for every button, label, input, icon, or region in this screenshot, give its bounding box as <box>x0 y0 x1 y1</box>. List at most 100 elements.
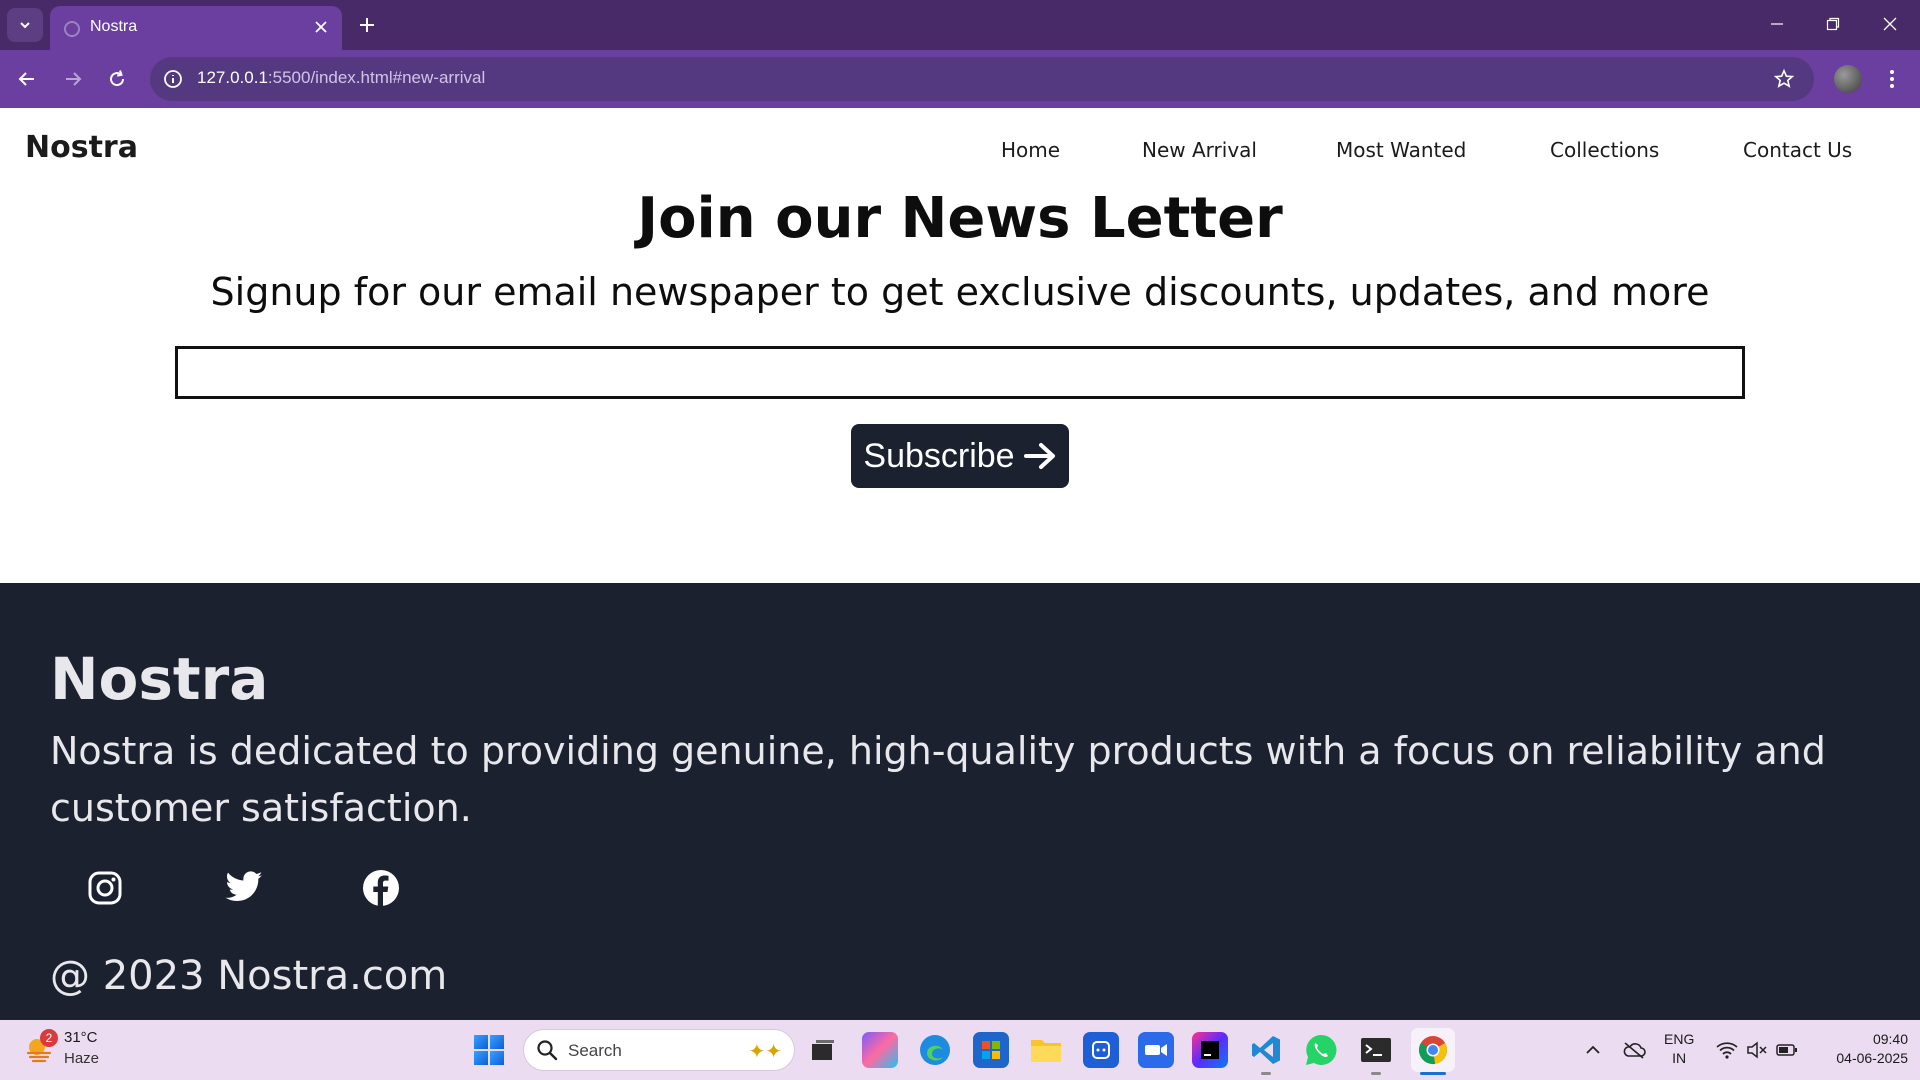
battery-status[interactable] <box>1775 1038 1799 1062</box>
restore-icon <box>1826 17 1840 31</box>
whatsapp-app[interactable] <box>1303 1032 1339 1068</box>
vscode-app[interactable] <box>1248 1032 1284 1068</box>
subscribe-button[interactable]: Subscribe <box>851 424 1069 488</box>
plus-icon <box>360 18 374 32</box>
clock-time: 09:40 <box>1872 1031 1908 1047</box>
search-icon <box>537 1040 558 1061</box>
reload-button[interactable] <box>100 62 134 96</box>
chevron-down-icon <box>20 22 30 29</box>
url-path: :5500/index.html#new-arrival <box>267 68 486 87</box>
footer-copyright: @ 2023 Nostra.com <box>50 953 448 999</box>
address-bar[interactable]: 127.0.0.1:5500/index.html#new-arrival <box>150 57 1814 101</box>
chrome-app[interactable] <box>1411 1028 1455 1072</box>
chrome-active-indicator <box>1420 1072 1446 1075</box>
edge-icon <box>920 1035 950 1065</box>
windows-logo-tile <box>490 1035 504 1049</box>
show-hidden-icons-button[interactable] <box>1581 1038 1605 1062</box>
chevron-up-icon <box>1586 1045 1600 1054</box>
video-camera-icon <box>1145 1044 1167 1056</box>
back-button[interactable] <box>10 62 44 96</box>
reload-icon <box>110 70 125 87</box>
file-explorer-app[interactable] <box>1028 1032 1064 1068</box>
store-icon <box>982 1041 1000 1059</box>
globe-icon <box>64 21 80 37</box>
newsletter-subtitle: Signup for our email newspaper to get ex… <box>210 270 1710 314</box>
site-logo[interactable]: Nostra <box>25 130 138 165</box>
copilot-app[interactable] <box>862 1032 898 1068</box>
vscode-running-indicator <box>1261 1072 1271 1075</box>
terminal-app[interactable] <box>1358 1032 1394 1068</box>
task-view-button[interactable] <box>805 1032 841 1068</box>
windows-taskbar: 2 31°C Haze Search ✦✦ ENG IN 09:40 04-06… <box>0 1020 1920 1080</box>
footer-logo: Nostra <box>50 645 269 713</box>
task-view-icon <box>812 1040 834 1060</box>
more-vertical-icon <box>1890 70 1894 88</box>
close-tab-button[interactable] <box>310 16 332 38</box>
chat-icon <box>1092 1041 1110 1059</box>
close-icon <box>1883 17 1897 31</box>
minimize-button[interactable] <box>1757 8 1797 40</box>
tab-search-button[interactable] <box>7 8 43 42</box>
terminal-icon <box>1361 1038 1391 1062</box>
cloud-off-icon <box>1623 1042 1646 1059</box>
nav-link-new-arrival[interactable]: New Arrival <box>1142 138 1257 162</box>
site-info-button[interactable] <box>160 66 186 92</box>
jetbrains-app[interactable] <box>1192 1032 1228 1068</box>
footer-description: Nostra is dedicated to providing genuine… <box>50 729 1826 830</box>
nav-link-collections[interactable]: Collections <box>1550 138 1659 162</box>
microsoft-store-app[interactable] <box>973 1032 1009 1068</box>
site-footer: Nostra Nostra is dedicated to providing … <box>0 583 1920 1020</box>
sparkle-icon: ✦✦ <box>748 1039 782 1063</box>
windows-logo-tile <box>490 1051 504 1065</box>
profile-avatar[interactable] <box>1834 65 1862 93</box>
battery-icon <box>1776 1044 1797 1056</box>
folder-icon <box>1031 1040 1061 1062</box>
info-icon <box>164 70 182 88</box>
nav-link-most-wanted[interactable]: Most Wanted <box>1336 138 1466 162</box>
wifi-status[interactable] <box>1715 1038 1739 1062</box>
browser-menu-button[interactable] <box>1880 63 1904 95</box>
arrow-right-icon <box>66 72 82 86</box>
onedrive-status[interactable] <box>1622 1038 1646 1062</box>
volume-muted-icon <box>1747 1041 1767 1059</box>
twitter-icon <box>225 871 263 901</box>
subscribe-label: Subscribe <box>863 436 1015 475</box>
arrow-left-icon <box>18 72 34 86</box>
close-icon <box>315 21 327 33</box>
volume-status[interactable] <box>1745 1038 1769 1062</box>
windows-logo-tile <box>474 1051 488 1065</box>
tab-title: Nostra <box>90 18 138 35</box>
vscode-icon <box>1252 1036 1280 1064</box>
bookmark-button[interactable] <box>1772 67 1796 91</box>
close-window-button[interactable] <box>1870 8 1910 40</box>
taskbar-search-placeholder: Search <box>568 1041 622 1060</box>
start-button[interactable] <box>474 1035 504 1065</box>
terminal-running-indicator <box>1371 1072 1381 1075</box>
newsletter-email-input[interactable] <box>175 346 1745 399</box>
instagram-link[interactable] <box>85 868 125 908</box>
system-clock[interactable]: 09:40 04-06-2025 <box>1812 1030 1908 1068</box>
arrow-right-icon <box>1023 443 1055 469</box>
facebook-link[interactable] <box>361 868 401 908</box>
instagram-icon <box>88 871 122 905</box>
zoom-app[interactable] <box>1138 1032 1174 1068</box>
newsletter-title: Join our News Letter <box>637 186 1283 251</box>
browser-tab[interactable]: Nostra <box>50 6 342 50</box>
restore-button[interactable] <box>1813 8 1853 40</box>
language-indicator[interactable]: ENG IN <box>1664 1030 1694 1068</box>
twitter-link[interactable] <box>224 868 264 908</box>
nav-link-home[interactable]: Home <box>1001 138 1060 162</box>
region-code: IN <box>1672 1050 1687 1066</box>
taskbar-search-box[interactable]: Search ✦✦ <box>523 1029 795 1071</box>
forward-button[interactable] <box>56 62 90 96</box>
minimize-icon <box>1771 23 1783 25</box>
weather-badge: 2 <box>40 1029 58 1047</box>
ide-icon <box>1201 1041 1219 1059</box>
teams-chat-app[interactable] <box>1083 1032 1119 1068</box>
windows-logo-tile <box>474 1035 488 1049</box>
wifi-icon <box>1716 1042 1738 1059</box>
new-tab-button[interactable] <box>352 10 382 40</box>
url-host: 127.0.0.1 <box>197 68 268 87</box>
edge-app[interactable] <box>917 1032 953 1068</box>
nav-link-contact-us[interactable]: Contact Us <box>1743 138 1852 162</box>
